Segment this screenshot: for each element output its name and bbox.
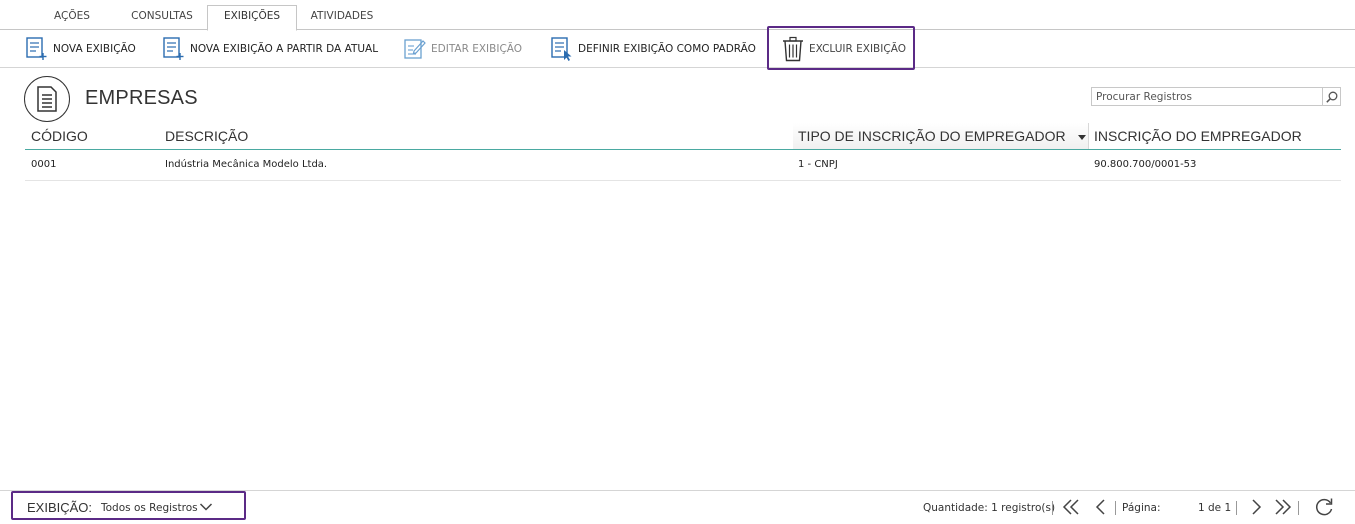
chevron-right-icon bbox=[1252, 499, 1262, 515]
next-page-button[interactable] bbox=[1246, 497, 1266, 517]
column-header-inscricao[interactable]: INSCRIÇÃO DO EMPREGADOR bbox=[1094, 128, 1302, 144]
cell-descricao: Indústria Mecânica Modelo Ltda. bbox=[165, 159, 328, 170]
document-icon bbox=[24, 76, 70, 122]
page-indicator: 1 de 1 bbox=[1198, 502, 1232, 514]
search-icon bbox=[1325, 91, 1337, 103]
new-view-icon bbox=[26, 37, 47, 60]
new-view-button[interactable]: NOVA EXIBIÇÃO bbox=[26, 35, 136, 63]
new-view-from-current-label: NOVA EXIBIÇÃO A PARTIR DA ATUAL bbox=[190, 43, 379, 55]
edit-view-icon bbox=[404, 39, 426, 59]
previous-page-button[interactable] bbox=[1091, 497, 1111, 517]
edit-view-button[interactable]: EDITAR EXIBIÇÃO bbox=[404, 35, 522, 63]
tab-exibicoes[interactable]: EXIBIÇÕES bbox=[207, 5, 297, 31]
set-default-view-button[interactable]: DEFINIR EXIBIÇÃO COMO PADRÃO bbox=[551, 35, 756, 63]
double-chevron-left-icon bbox=[1062, 499, 1079, 515]
view-selector-highlight bbox=[11, 491, 246, 520]
tab-acoes[interactable]: AÇÕES bbox=[40, 6, 104, 30]
separator bbox=[1052, 501, 1053, 515]
search-box bbox=[1091, 87, 1341, 106]
new-view-label: NOVA EXIBIÇÃO bbox=[53, 43, 136, 55]
cell-codigo: 0001 bbox=[31, 159, 57, 170]
record-count: Quantidade: 1 registro(s) bbox=[923, 502, 1056, 514]
page-title: EMPRESAS bbox=[85, 87, 198, 109]
table-header: CÓDIGO DESCRIÇÃO TIPO DE INSCRIÇÃO DO EM… bbox=[25, 123, 1341, 150]
set-default-view-label: DEFINIR EXIBIÇÃO COMO PADRÃO bbox=[578, 43, 756, 55]
delete-view-highlight bbox=[767, 26, 915, 70]
column-header-codigo[interactable]: CÓDIGO bbox=[31, 128, 88, 144]
page-label: Página: bbox=[1122, 502, 1161, 514]
ribbon-toolbar: NOVA EXIBIÇÃO NOVA EXIBIÇÃO A PARTIR DA … bbox=[0, 30, 1355, 68]
column-header-descricao[interactable]: DESCRIÇÃO bbox=[165, 128, 248, 144]
sort-down-icon[interactable] bbox=[1077, 132, 1087, 142]
search-input[interactable] bbox=[1092, 88, 1322, 105]
last-page-button[interactable] bbox=[1273, 497, 1293, 517]
edit-view-label: EDITAR EXIBIÇÃO bbox=[431, 43, 523, 55]
tab-consultas[interactable]: CONSULTAS bbox=[120, 6, 204, 30]
tab-atividades[interactable]: ATIVIDADES bbox=[300, 6, 384, 30]
new-view-from-current-button[interactable]: NOVA EXIBIÇÃO A PARTIR DA ATUAL bbox=[163, 35, 378, 63]
chevron-left-icon bbox=[1095, 499, 1105, 515]
table-row[interactable]: 0001 Indústria Mecânica Modelo Ltda. 1 -… bbox=[25, 150, 1341, 181]
new-view-from-current-icon bbox=[163, 37, 184, 60]
search-button[interactable] bbox=[1322, 88, 1340, 105]
tab-bar: AÇÕES CONSULTAS EXIBIÇÕES ATIVIDADES bbox=[0, 0, 1355, 31]
refresh-button[interactable] bbox=[1314, 497, 1334, 517]
separator bbox=[1236, 501, 1237, 515]
cell-inscricao: 90.800.700/0001-53 bbox=[1094, 159, 1197, 170]
cell-tipo-inscricao: 1 - CNPJ bbox=[798, 159, 838, 170]
refresh-icon bbox=[1316, 498, 1333, 516]
separator bbox=[1115, 501, 1116, 515]
column-header-tipo-inscricao[interactable]: TIPO DE INSCRIÇÃO DO EMPREGADOR bbox=[798, 128, 1066, 144]
double-chevron-right-icon bbox=[1275, 499, 1292, 515]
separator bbox=[1298, 501, 1299, 515]
set-default-view-icon bbox=[551, 37, 572, 61]
first-page-button[interactable] bbox=[1061, 497, 1081, 517]
